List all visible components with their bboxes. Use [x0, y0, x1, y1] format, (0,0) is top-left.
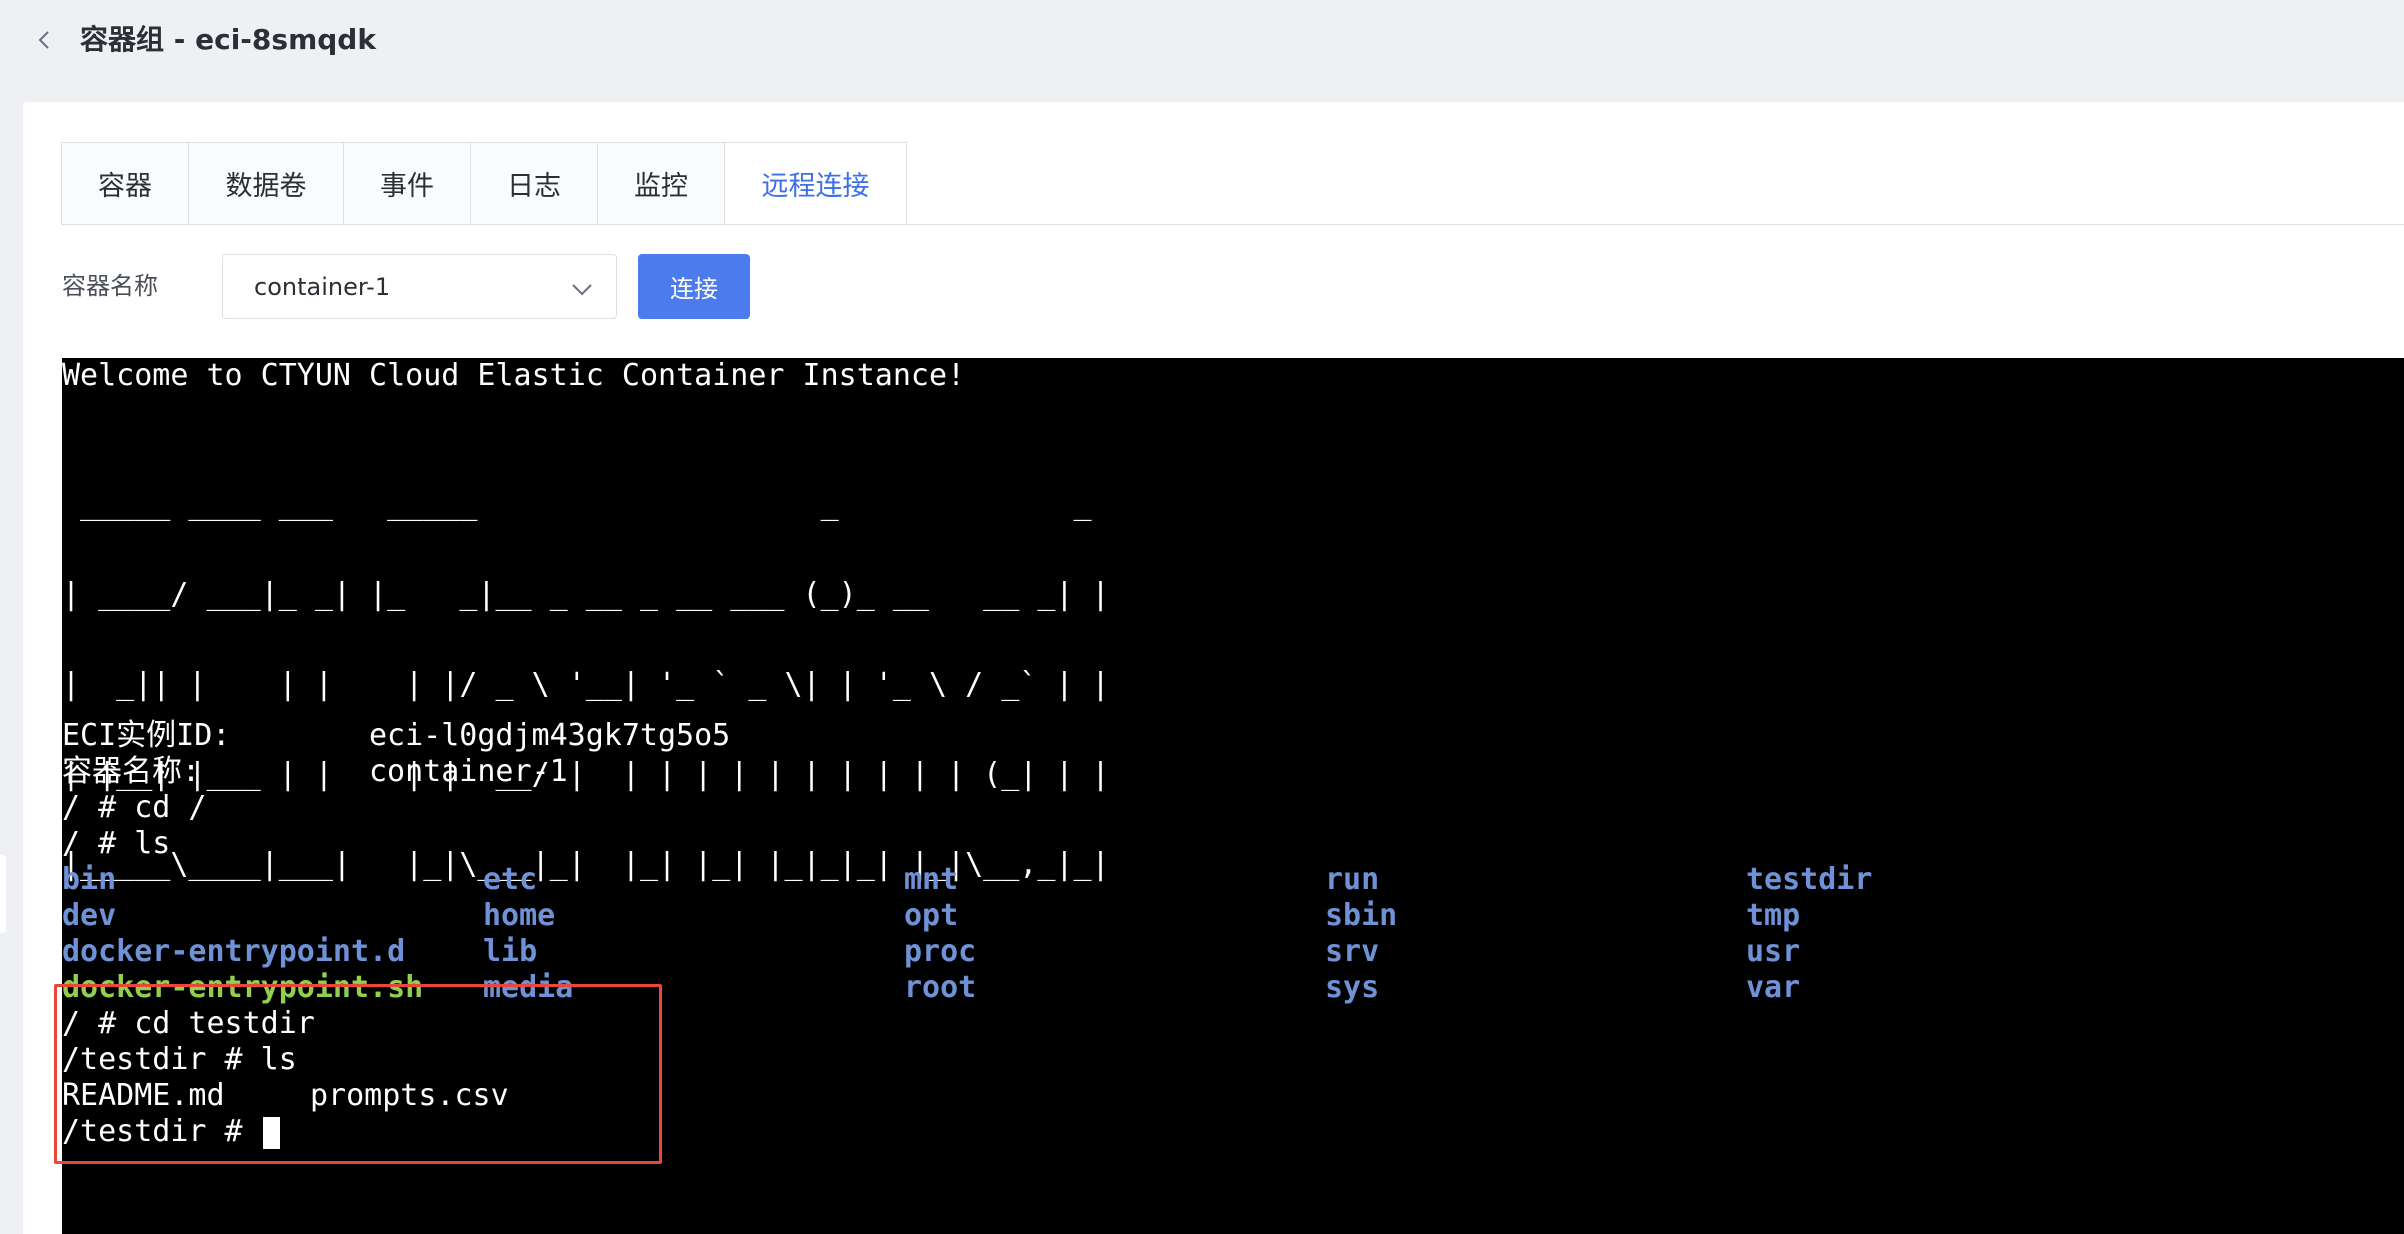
- ls-entry: mnt: [904, 862, 959, 897]
- ls-entry: sys: [1325, 970, 1380, 1005]
- ls-entry: var: [1746, 970, 1801, 1005]
- container-select[interactable]: container-1: [222, 254, 617, 319]
- ls-entry: dev: [62, 898, 117, 933]
- terminal-welcome: Welcome to CTYUN Cloud Elastic Container…: [62, 358, 966, 393]
- instance-id-row: ECI实例ID: eci-l0gdjm43gk7tg5o5: [62, 718, 730, 754]
- side-panel-handle[interactable]: [0, 855, 6, 933]
- ascii-line: | |__| |___ | | | | __/ | | | | | | | | …: [62, 757, 1110, 792]
- container-name-value: container-1: [369, 754, 568, 789]
- ls-entry: bin: [62, 862, 117, 897]
- ls-entry: tmp: [1746, 898, 1801, 933]
- instance-id-key: ECI实例ID:: [62, 718, 231, 753]
- tab-containers[interactable]: 容器: [62, 142, 189, 225]
- connect-button[interactable]: 连接: [638, 254, 750, 319]
- tab-remote-connection[interactable]: 远程连接: [725, 142, 907, 225]
- ls-entry: opt: [904, 898, 959, 933]
- tab-monitoring[interactable]: 监控: [598, 142, 725, 225]
- chevron-down-icon: [570, 277, 594, 297]
- terminal[interactable]: Welcome to CTYUN Cloud Elastic Container…: [62, 358, 2404, 1234]
- tab-bar: 容器 数据卷 事件 日志 监控 远程连接: [61, 142, 907, 225]
- prompt-text: /testdir #: [62, 1114, 261, 1149]
- container-name-key: 容器名称:: [62, 754, 201, 789]
- ls-entry: home: [483, 898, 556, 933]
- container-name-label: 容器名称: [62, 272, 158, 300]
- ls-entry: sbin: [1325, 898, 1398, 933]
- chevron-left-icon[interactable]: [34, 26, 54, 54]
- tab-logs[interactable]: 日志: [471, 142, 598, 225]
- container-name-row: 容器名称: container-1: [62, 754, 568, 790]
- ls-entry: testdir: [1746, 862, 1873, 897]
- ls-entry: proc: [904, 934, 977, 969]
- file-entry: prompts.csv: [310, 1078, 509, 1113]
- terminal-line: / # cd testdir: [62, 1006, 315, 1041]
- ascii-line: | _|| | | | | |/ _ \ '__| '_ ` _ \| | '_…: [62, 667, 1110, 702]
- ls-entry: root: [904, 970, 977, 1005]
- file-entry: README.md: [62, 1078, 225, 1113]
- instance-id-value: eci-l0gdjm43gk7tg5o5: [369, 718, 731, 753]
- page-title: 容器组 - eci-8smqdk: [80, 23, 376, 56]
- page-header: 容器组 - eci-8smqdk: [0, 0, 2404, 80]
- tab-volumes[interactable]: 数据卷: [189, 142, 344, 225]
- container-select-value: container-1: [254, 272, 391, 301]
- ls-entry: etc: [483, 862, 538, 897]
- ascii-line: | ____/ ___|_ _| |_ _|__ _ __ _ __ ___ (…: [62, 577, 1110, 612]
- ls-entry: docker-entrypoint.sh: [62, 970, 424, 1005]
- terminal-line: / # cd /: [62, 790, 207, 825]
- tabs-divider: [61, 224, 2404, 225]
- ls-entry: usr: [1746, 934, 1801, 969]
- terminal-prompt[interactable]: /testdir #: [62, 1114, 280, 1150]
- ls-entry: run: [1325, 862, 1380, 897]
- tab-events[interactable]: 事件: [344, 142, 471, 225]
- terminal-line: /testdir # ls: [62, 1042, 297, 1077]
- ls-entry: lib: [483, 934, 538, 969]
- ls-entry: docker-entrypoint.d: [62, 934, 406, 969]
- ascii-line: _____ ____ ___ _____ _ _: [62, 487, 1110, 522]
- terminal-cursor: [262, 1116, 280, 1149]
- ls-entry: srv: [1325, 934, 1380, 969]
- ls-entry: media: [483, 970, 574, 1005]
- terminal-line: / # ls: [62, 826, 171, 861]
